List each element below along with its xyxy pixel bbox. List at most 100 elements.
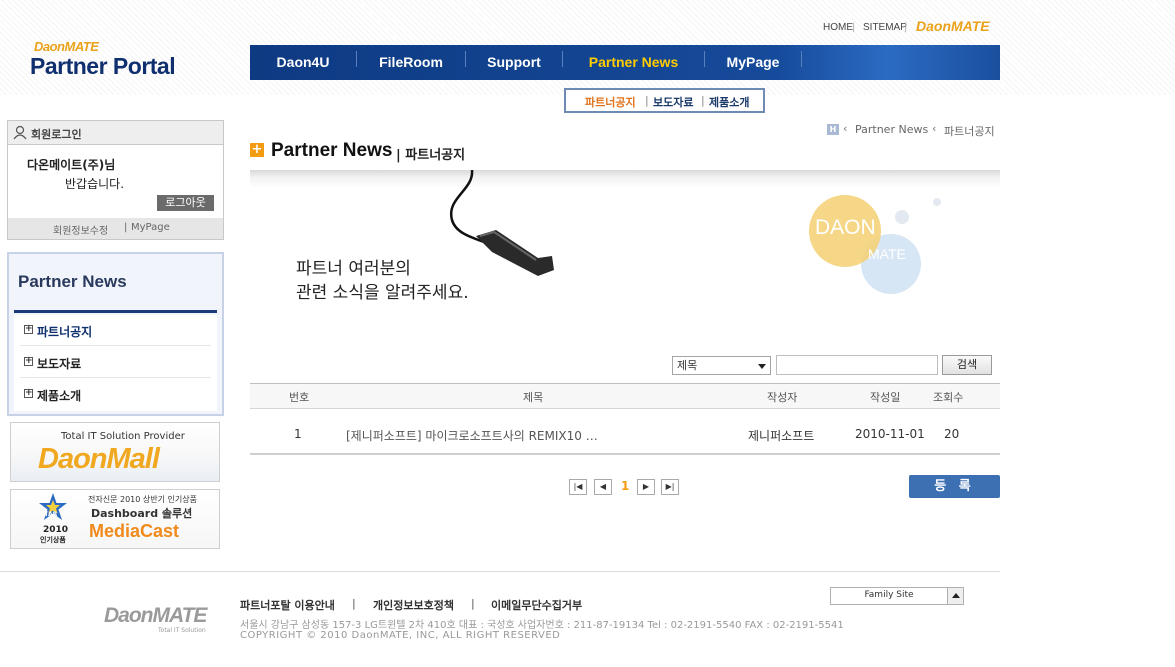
login-title: 회원로그인 bbox=[31, 128, 82, 141]
footer-link-guide[interactable]: 파트너포탈 이용안내 bbox=[240, 597, 335, 613]
family-site-label: Family Site bbox=[864, 590, 914, 600]
visual-shade bbox=[250, 170, 1000, 188]
row-date: 2010-11-01 bbox=[855, 427, 925, 441]
page-title: Partner News bbox=[271, 140, 393, 161]
nav-support[interactable]: Support bbox=[466, 45, 562, 80]
left-menu-item-products[interactable]: + 제품소개 bbox=[20, 379, 211, 410]
util-separator: | bbox=[904, 22, 908, 33]
row-title-link[interactable]: [제니퍼소프트] 마이크로소프트사의 REMIX10 … bbox=[346, 427, 598, 444]
search-button[interactable]: 검색 bbox=[942, 355, 992, 375]
nav-partner-news[interactable]: Partner News bbox=[563, 45, 704, 80]
chevron-down-icon bbox=[758, 364, 766, 369]
logo-brand[interactable]: DaonMATE bbox=[34, 39, 99, 54]
column-header-views: 조회수 bbox=[933, 391, 964, 404]
family-site-toggle[interactable] bbox=[947, 588, 963, 604]
util-brand-logo[interactable]: DaonMATE bbox=[916, 18, 990, 34]
column-header-author: 작성자 bbox=[767, 391, 798, 404]
breadcrumb-separator: ‹ bbox=[932, 122, 937, 135]
daonmall-banner[interactable]: Total IT Solution Provider DaonMall bbox=[10, 422, 220, 482]
mediacast-logo: MediaCast bbox=[89, 521, 180, 541]
submenu: 파트너공지 | 보도자료 | 제품소개 bbox=[564, 88, 765, 113]
submenu-separator: | bbox=[701, 94, 705, 107]
visual-message-line1: 파트너 여러분의 bbox=[296, 259, 411, 279]
user-icon bbox=[13, 125, 27, 140]
circle-label-top: DAON bbox=[815, 216, 876, 239]
left-menu-item-press[interactable]: + 보도자료 bbox=[20, 347, 211, 378]
footer-link-email-policy[interactable]: 이메일무단수집거부 bbox=[491, 597, 582, 613]
award-star-label: STAR bbox=[40, 511, 58, 518]
daonmall-logo: DaonMall bbox=[38, 443, 160, 475]
nav-divider bbox=[801, 51, 802, 67]
column-header-title: 제목 bbox=[523, 391, 544, 404]
mediacast-line: Dashboard 솔루션 bbox=[91, 507, 193, 520]
edit-info-link[interactable]: 회원정보수정 bbox=[53, 222, 108, 237]
chevron-up-icon bbox=[952, 593, 960, 598]
family-site-select[interactable]: Family Site bbox=[830, 587, 964, 605]
left-menu-item-label: 제품소개 bbox=[37, 389, 82, 403]
title-plus-icon: + bbox=[250, 142, 264, 157]
award-label: 인기상품 bbox=[40, 536, 66, 544]
breadcrumb-separator: ‹ bbox=[843, 122, 848, 135]
plus-icon: + bbox=[24, 388, 33, 398]
nav-daon4u[interactable]: Daon4U bbox=[250, 45, 356, 80]
next-page-icon[interactable]: ▶ bbox=[637, 479, 655, 495]
nav-fileroom[interactable]: FileRoom bbox=[357, 45, 465, 80]
footer-divider bbox=[0, 571, 1000, 572]
mypage-link[interactable]: MyPage bbox=[131, 222, 170, 233]
footer-address: 서울시 강남구 삼성동 157-3 LG트윈텔 2차 410호 대표 : 국성호… bbox=[240, 620, 844, 631]
search-input[interactable] bbox=[776, 355, 938, 375]
current-page[interactable]: 1 bbox=[621, 479, 629, 493]
breadcrumb-current: 파트너공지 bbox=[944, 125, 995, 138]
last-page-icon[interactable]: ▶| bbox=[661, 479, 679, 495]
left-menu-item-notice[interactable]: + 파트너공지 bbox=[20, 315, 211, 346]
submenu-press[interactable]: 보도자료 bbox=[653, 94, 693, 110]
banner-caption: Total IT Solution Provider bbox=[61, 431, 185, 442]
breadcrumb-section[interactable]: Partner News bbox=[855, 123, 928, 136]
daonmate-circles-graphic bbox=[809, 195, 941, 294]
table-bottom-border bbox=[250, 453, 1000, 455]
prev-page-icon[interactable]: ◀ bbox=[594, 479, 612, 495]
login-box: 회원로그인 다온메이트(주)님 반갑습니다. 로그아웃 회원정보수정 | MyP… bbox=[7, 120, 224, 240]
login-footer: 회원정보수정 | MyPage bbox=[8, 218, 223, 239]
login-header: 회원로그인 bbox=[8, 121, 223, 145]
banner-caption: 전자신문 2010 상반기 인기상품 bbox=[88, 495, 197, 504]
page-subtitle: | 파트너공지 bbox=[396, 148, 466, 163]
footer-logo-sub: Total IT Solution bbox=[158, 627, 206, 634]
row-views: 20 bbox=[944, 427, 960, 441]
sitemap-link[interactable]: SITEMAP bbox=[863, 22, 907, 33]
award-year: 2010 bbox=[43, 525, 69, 535]
footer-link-privacy[interactable]: 개인정보보호정책 bbox=[373, 597, 454, 613]
submenu-products[interactable]: 제품소개 bbox=[709, 94, 749, 110]
home-icon[interactable]: H bbox=[827, 124, 839, 135]
main-nav: Daon4U FileRoom Support Partner News MyP… bbox=[250, 45, 1000, 80]
circle-label-bottom: MATE bbox=[868, 246, 906, 262]
submenu-separator: | bbox=[645, 94, 649, 107]
login-footer-separator: | bbox=[124, 222, 128, 233]
left-menu: Partner News + 파트너공지 + 보도자료 + 제품소개 bbox=[7, 252, 224, 416]
left-menu-item-label: 보도자료 bbox=[37, 357, 82, 371]
logout-button[interactable]: 로그아웃 bbox=[157, 195, 214, 211]
first-page-icon[interactable]: |◀ bbox=[569, 479, 587, 495]
logo-title[interactable]: Partner Portal bbox=[30, 53, 176, 80]
search-field-value: 제목 bbox=[677, 359, 698, 372]
nav-mypage[interactable]: MyPage bbox=[705, 45, 801, 80]
plus-icon: + bbox=[24, 356, 33, 366]
award-badge-icon bbox=[39, 493, 67, 520]
home-link[interactable]: HOME bbox=[823, 22, 853, 33]
mediacast-banner[interactable]: STAR 2010 인기상품 전자신문 2010 상반기 인기상품 Dashbo… bbox=[10, 489, 220, 549]
visual-message-line2: 관련 소식을 알려주세요. bbox=[296, 283, 469, 303]
util-separator: | bbox=[852, 22, 856, 33]
left-menu-divider bbox=[14, 310, 217, 313]
column-header-date: 작성일 bbox=[870, 391, 901, 404]
footer-copyright: COPYRIGHT © 2010 DaonMATE, INC, ALL RIGH… bbox=[240, 630, 561, 641]
phone-receiver-icon bbox=[449, 170, 554, 276]
write-button[interactable]: 등 록 bbox=[909, 475, 1000, 498]
footer-separator: | bbox=[471, 597, 475, 610]
row-author: 제니퍼소프트 bbox=[748, 429, 815, 443]
left-menu-item-label: 파트너공지 bbox=[37, 325, 93, 339]
login-greeting: 반갑습니다. bbox=[65, 177, 125, 191]
search-field-select[interactable]: 제목 bbox=[672, 356, 771, 375]
column-header-no: 번호 bbox=[289, 391, 310, 404]
submenu-notice[interactable]: 파트너공지 bbox=[585, 94, 636, 110]
login-username: 다온메이트(주)님 bbox=[27, 158, 116, 172]
